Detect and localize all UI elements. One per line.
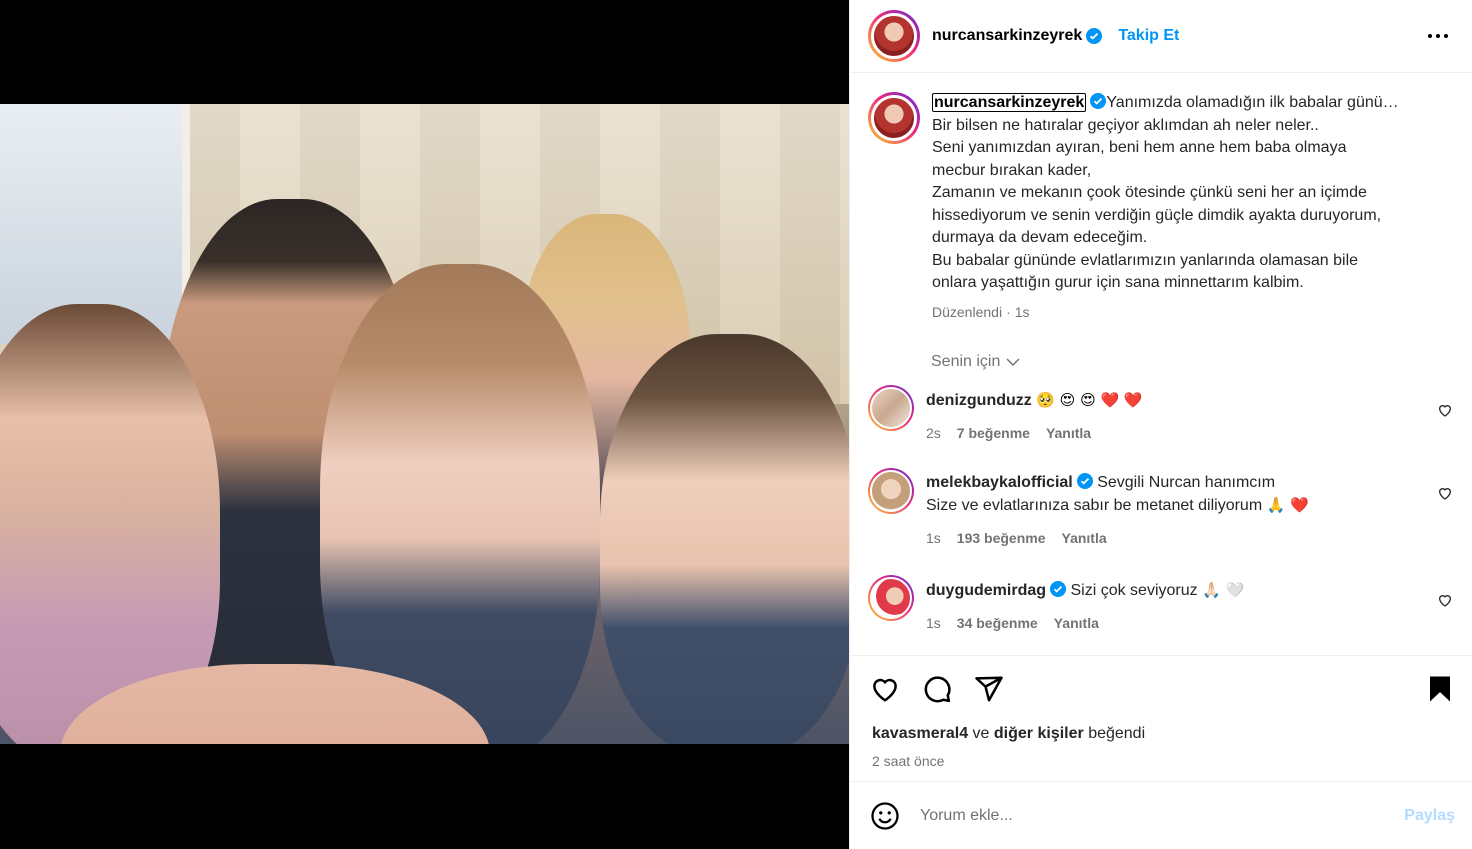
comment-emojis: 🥺 😍 😍 ❤️ ❤️ <box>1036 391 1143 409</box>
comment-item: melekbaykalofficial Sevgili Nurcan hanım… <box>850 468 1472 549</box>
more-icon[interactable] <box>1426 26 1450 46</box>
caption-line: mecbur bırakan kader, <box>932 161 1092 179</box>
reply-button[interactable]: Yanıtla <box>1046 422 1091 444</box>
comment-time[interactable]: 2s <box>926 422 941 444</box>
reply-button[interactable]: Yanıtla <box>1062 527 1107 549</box>
comment-time[interactable]: 1s <box>926 527 941 549</box>
post-photo[interactable] <box>0 104 849 744</box>
caption-author-avatar[interactable] <box>868 92 920 144</box>
verified-icon <box>1076 473 1093 489</box>
commenter-avatar[interactable] <box>868 575 914 621</box>
other-likers-link[interactable]: diğer kişiler <box>994 725 1084 742</box>
smiley-icon[interactable] <box>870 801 900 831</box>
caption-line: Seni yanımızdan ayıran, beni hem anne he… <box>932 139 1347 156</box>
caption-line: Bir bilsen ne hatıralar geçiyor aklımdan… <box>932 116 1319 134</box>
bookmark-icon[interactable] <box>1425 674 1455 704</box>
commenter-avatar[interactable] <box>868 468 914 514</box>
caption-meta: Düzenlendi · 1s <box>932 303 1030 320</box>
caption-time[interactable]: 1s <box>1015 304 1030 320</box>
likes-suffix: beğendi <box>1088 725 1146 742</box>
author-username[interactable]: nurcansarkinzeyrek <box>932 27 1082 45</box>
author-avatar[interactable] <box>868 10 920 62</box>
commenter-username[interactable]: denizgunduzz <box>926 392 1032 409</box>
comments-scroll-area[interactable]: nurcansarkinzeyrek Yanımızda olamadığın i… <box>850 74 1472 655</box>
comment-filter-label: Senin için <box>931 353 1001 370</box>
post-side-panel: nurcansarkinzeyrek Takip Et nurcansarkin… <box>849 0 1472 849</box>
verified-icon <box>1050 581 1067 597</box>
comment-time[interactable]: 1s <box>926 612 941 634</box>
post-header: nurcansarkinzeyrek Takip Et <box>850 0 1472 73</box>
reply-button[interactable]: Yanıtla <box>1054 612 1099 634</box>
likes-summary: kavasmeral4 ve diğer kişiler beğendi <box>872 725 1145 743</box>
comment-icon[interactable] <box>922 674 952 704</box>
heart-icon[interactable] <box>1437 402 1453 418</box>
verified-icon <box>1086 28 1103 44</box>
comment-input[interactable] <box>920 806 1390 825</box>
post-media[interactable] <box>0 0 849 849</box>
post-comment-button[interactable]: Paylaş <box>1404 807 1455 825</box>
comment-meta: 1s 34 beğenme Yanıtla <box>926 612 1396 634</box>
comment-like-count[interactable]: 7 beğenme <box>957 422 1030 444</box>
post-actions: kavasmeral4 ve diğer kişiler beğendi 2 s… <box>850 655 1472 781</box>
caption-line: hissediyorum ve senin verdiğin güçle dim… <box>932 206 1382 224</box>
caption-line: onlara yaşattığın gurur için sana minnet… <box>932 274 1304 291</box>
share-icon[interactable] <box>974 674 1004 704</box>
heart-icon[interactable] <box>1437 485 1453 501</box>
likes-joiner: ve <box>972 725 990 742</box>
comment-item: duygudemirdag Sizi çok seviyoruz 🙏🏻 🤍 1s… <box>850 575 1472 634</box>
add-comment-bar: Paylaş <box>850 781 1472 849</box>
verified-icon <box>1090 93 1107 109</box>
chevron-down-icon <box>1006 358 1020 367</box>
follow-button[interactable]: Takip Et <box>1118 27 1179 45</box>
photo-person-girl-right <box>600 334 849 744</box>
caption-text: nurcansarkinzeyrek Yanımızda olamadığın i… <box>932 93 1422 295</box>
caption-line: Yanımızda olamadığın ilk babalar günü… <box>1106 94 1399 111</box>
caption-line: Bu babalar gününde evlatlarımızın yanlar… <box>932 251 1359 269</box>
caption-line: durmaya da devam edeceğim. <box>932 229 1148 246</box>
comment-emojis: 🙏🏻 🤍 <box>1202 581 1245 599</box>
heart-icon[interactable] <box>870 674 900 704</box>
post-time[interactable]: 2 saat önce <box>872 753 944 769</box>
comment-item: denizgunduzz 🥺 😍 😍 ❤️ ❤️ 2s 7 beğenme Ya… <box>850 385 1472 444</box>
comment-text: Sevgili Nurcan hanımcım <box>1097 474 1276 491</box>
comment-meta: 2s 7 beğenme Yanıtla <box>926 422 1396 444</box>
comment-like-count[interactable]: 193 beğenme <box>957 527 1046 549</box>
comment-like-count[interactable]: 34 beğenme <box>957 612 1038 634</box>
commenter-avatar[interactable] <box>868 385 914 431</box>
caption-author-username[interactable]: nurcansarkinzeyrek <box>932 93 1087 112</box>
comment-emojis: 🙏 ❤️ <box>1266 496 1309 514</box>
commenter-username[interactable]: melekbaykalofficial <box>926 474 1073 491</box>
liker-username[interactable]: kavasmeral4 <box>872 725 968 742</box>
edited-label: Düzenlendi <box>932 303 1003 320</box>
comment-filter-dropdown[interactable]: Senin için <box>931 353 1472 371</box>
post-caption: nurcansarkinzeyrek Yanımızda olamadığın i… <box>850 74 1472 323</box>
caption-line: Zamanın ve mekanın çook ötesinde çünkü s… <box>932 184 1367 201</box>
comment-meta: 1s 193 beğenme Yanıtla <box>926 527 1396 549</box>
heart-icon[interactable] <box>1437 592 1453 608</box>
comment-text: Size ve evlatlarınıza sabır be metanet d… <box>926 497 1263 514</box>
comment-text: Sizi çok seviyoruz <box>1070 582 1198 599</box>
commenter-username[interactable]: duygudemirdag <box>926 582 1046 599</box>
